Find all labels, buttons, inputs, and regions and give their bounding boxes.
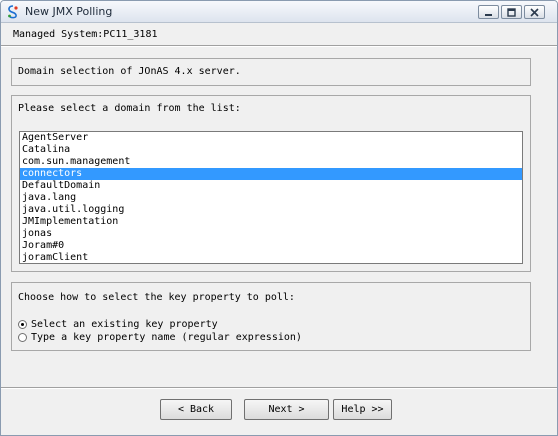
close-icon	[530, 7, 539, 17]
key-property-prompt: Choose how to select the key property to…	[18, 292, 295, 303]
radio-existing-key[interactable]: Select an existing key property	[18, 318, 218, 330]
minimize-icon	[485, 13, 492, 16]
description-text: Domain selection of JOnAS 4.x server.	[18, 66, 241, 77]
title-bar[interactable]: New JMX Polling	[1, 1, 557, 23]
domain-selection-panel: Please select a domain from the list: Ag…	[11, 95, 531, 272]
domain-list-item[interactable]: DefaultDomain	[20, 180, 522, 192]
radio-type-key[interactable]: Type a key property name (regular expres…	[18, 331, 302, 343]
radio-type-key-label[interactable]: Type a key property name (regular expres…	[31, 332, 302, 343]
domain-list-item[interactable]: Joram#0	[20, 240, 522, 252]
close-button[interactable]	[524, 5, 545, 19]
back-button[interactable]: < Back	[160, 399, 232, 420]
maximize-icon	[507, 7, 516, 17]
domain-listbox[interactable]: AgentServer Catalina com.sun.management …	[19, 131, 523, 264]
radio-existing-key-label[interactable]: Select an existing key property	[31, 319, 218, 330]
help-button[interactable]: Help >>	[333, 399, 392, 420]
domain-list-item[interactable]: jonas	[20, 228, 522, 240]
app-icon	[6, 5, 20, 19]
domain-list-item[interactable]: AgentServer	[20, 132, 522, 144]
domain-list-item[interactable]: joramClient	[20, 252, 522, 263]
domain-list-item-selected[interactable]: connectors	[20, 168, 522, 180]
domain-list-item[interactable]: Catalina	[20, 144, 522, 156]
domain-list-item[interactable]: com.sun.management	[20, 156, 522, 168]
description-panel: Domain selection of JOnAS 4.x server.	[11, 58, 531, 86]
next-button[interactable]: Next >	[244, 399, 329, 420]
managed-system-label: Managed System:PC11_3181	[13, 29, 158, 40]
radio-button-checked[interactable]	[18, 319, 27, 329]
window-title: New JMX Polling	[25, 5, 113, 18]
domain-list-item[interactable]: java.lang	[20, 192, 522, 204]
header-divider-highlight	[1, 46, 557, 47]
domain-list-prompt: Please select a domain from the list:	[18, 103, 241, 114]
wizard-window: New JMX Polling Managed System:PC11_3181…	[0, 0, 558, 436]
domain-list-item[interactable]: JMImplementation	[20, 216, 522, 228]
minimize-button[interactable]	[478, 5, 499, 19]
domain-list-item[interactable]: java.util.logging	[20, 204, 522, 216]
footer-divider-highlight	[1, 388, 557, 389]
key-property-panel: Choose how to select the key property to…	[11, 282, 531, 351]
radio-button-unchecked[interactable]	[18, 332, 27, 342]
maximize-button[interactable]	[501, 5, 522, 19]
